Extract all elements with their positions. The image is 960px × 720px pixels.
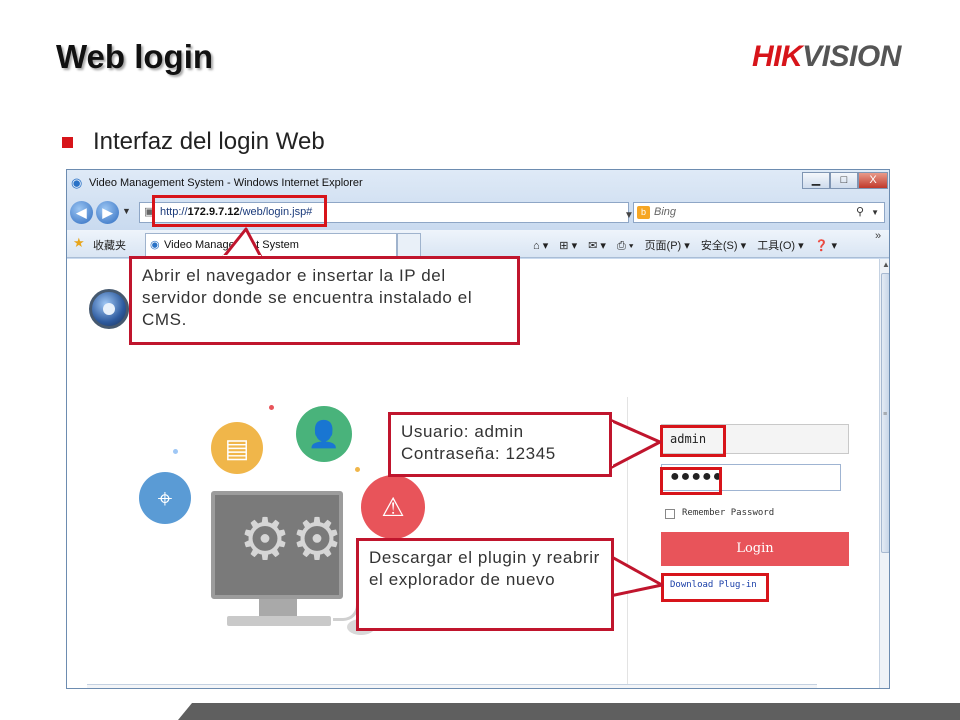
callout-username: Usuario: admin: [401, 422, 524, 441]
callout-password: Contraseña: 12345: [401, 444, 556, 463]
callout-download-plugin: Descargar el plugin y reabrir el explora…: [356, 538, 614, 631]
footer-bar: [178, 703, 960, 720]
callout-open-browser: Abrir el navegador e insertar la IP del …: [129, 256, 520, 345]
callout-credentials: Usuario: admin Contraseña: 12345: [388, 412, 612, 477]
